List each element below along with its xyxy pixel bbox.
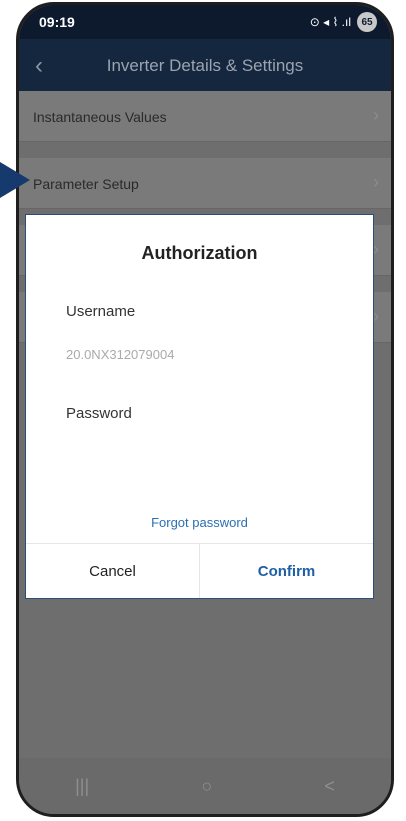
home-button[interactable]: ○ [201,776,212,797]
divider [19,142,391,158]
chevron-right-icon: › [373,172,379,192]
list-item-instantaneous-values[interactable]: Instantaneous Values › [19,91,391,142]
status-icons: ⊙ ◂ ⌇ .ıl 65 [310,12,377,32]
status-bar: 09:19 ⊙ ◂ ⌇ .ıl 65 [19,5,391,39]
authorization-dialog: Authorization Username 20.0NX312079004 P… [25,214,374,599]
username-value[interactable]: 20.0NX312079004 [66,347,174,362]
pointer-arrow-icon [0,162,30,198]
dialog-button-row: Cancel Confirm [26,543,373,598]
system-nav-bar: ||| ○ < [19,758,391,814]
chevron-right-icon: › [373,105,379,125]
dialog-title: Authorization [141,243,258,263]
list-item-parameter-setup[interactable]: Parameter Setup › [19,158,391,209]
app-header: ‹ Inverter Details & Settings [19,39,391,91]
username-label: Username [66,303,136,320]
list-item-label: Instantaneous Values [33,109,167,125]
page-title: Inverter Details & Settings [106,56,304,75]
forgot-password-link[interactable]: Forgot password [26,515,373,530]
battery-icon: 65 [357,12,377,32]
status-time: 09:19 [39,14,75,30]
confirm-button[interactable]: Confirm [200,544,373,598]
cancel-button[interactable]: Cancel [26,544,200,598]
list-item-label: Parameter Setup [33,176,139,192]
recent-apps-button[interactable]: ||| [75,776,89,797]
password-label: Password [66,405,132,422]
password-field[interactable] [66,429,340,457]
nav-back-button[interactable]: < [324,776,335,797]
signal-icon: ⊙ ◂ ⌇ .ıl [309,15,351,29]
